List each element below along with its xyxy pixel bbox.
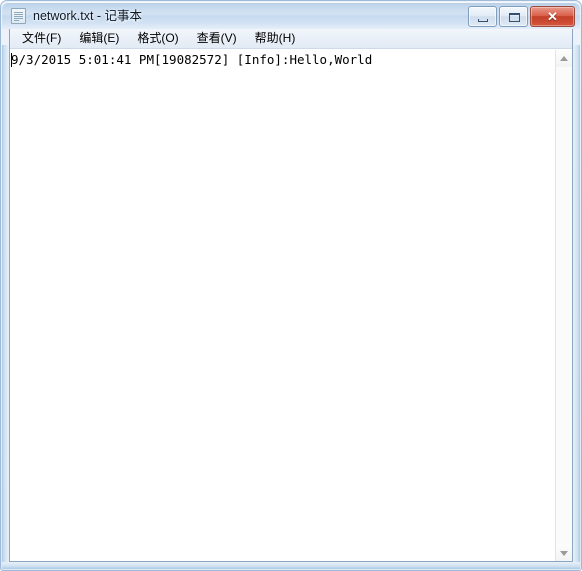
icon-line — [14, 20, 19, 21]
scroll-down-button[interactable] — [556, 544, 572, 561]
maximize-button[interactable] — [499, 6, 528, 27]
title-bar[interactable]: network.txt - 记事本 ✕ — [2, 2, 580, 29]
text-editor-content[interactable]: 9/3/2015 5:01:41 PM[19082572] [Info]:Hel… — [10, 50, 555, 561]
menu-format[interactable]: 格式(O) — [128, 29, 187, 48]
text-editor[interactable]: 9/3/2015 5:01:41 PM[19082572] [Info]:Hel… — [10, 50, 572, 561]
menu-view[interactable]: 查看(V) — [188, 29, 246, 48]
window-border-left — [2, 45, 9, 563]
window-title: network.txt - 记事本 — [33, 9, 143, 23]
minimize-button[interactable] — [468, 6, 497, 27]
scroll-down-icon — [560, 550, 568, 556]
scroll-up-button[interactable] — [556, 50, 572, 67]
close-button[interactable]: ✕ — [530, 6, 575, 27]
window-border-bottom — [2, 562, 580, 569]
vertical-scrollbar[interactable] — [555, 50, 572, 561]
icon-line — [14, 14, 23, 15]
close-icon: ✕ — [547, 9, 558, 24]
caption-button-group: ✕ — [468, 6, 575, 27]
icon-line — [14, 12, 23, 13]
notepad-document-icon[interactable] — [11, 8, 26, 24]
minimize-icon — [478, 19, 488, 22]
client-area: 文件(F) 编辑(E) 格式(O) 查看(V) 帮助(H) 9/3/2015 5… — [9, 29, 573, 562]
notepad-window: network.txt - 记事本 ✕ 文件(F) 编辑(E) 格式(O) 查看… — [0, 0, 582, 571]
window-border-right — [573, 45, 580, 563]
menu-bar: 文件(F) 编辑(E) 格式(O) 查看(V) 帮助(H) — [10, 29, 572, 49]
icon-line — [14, 18, 23, 19]
icon-line — [14, 16, 23, 17]
menu-file[interactable]: 文件(F) — [13, 29, 70, 48]
scroll-up-icon — [560, 55, 568, 61]
menu-help[interactable]: 帮助(H) — [246, 29, 305, 48]
menu-edit[interactable]: 编辑(E) — [70, 29, 128, 48]
maximize-icon — [509, 13, 520, 22]
scrollbar-track[interactable] — [556, 67, 572, 544]
document-line: 9/3/2015 5:01:41 PM[19082572] [Info]:Hel… — [11, 52, 373, 67]
